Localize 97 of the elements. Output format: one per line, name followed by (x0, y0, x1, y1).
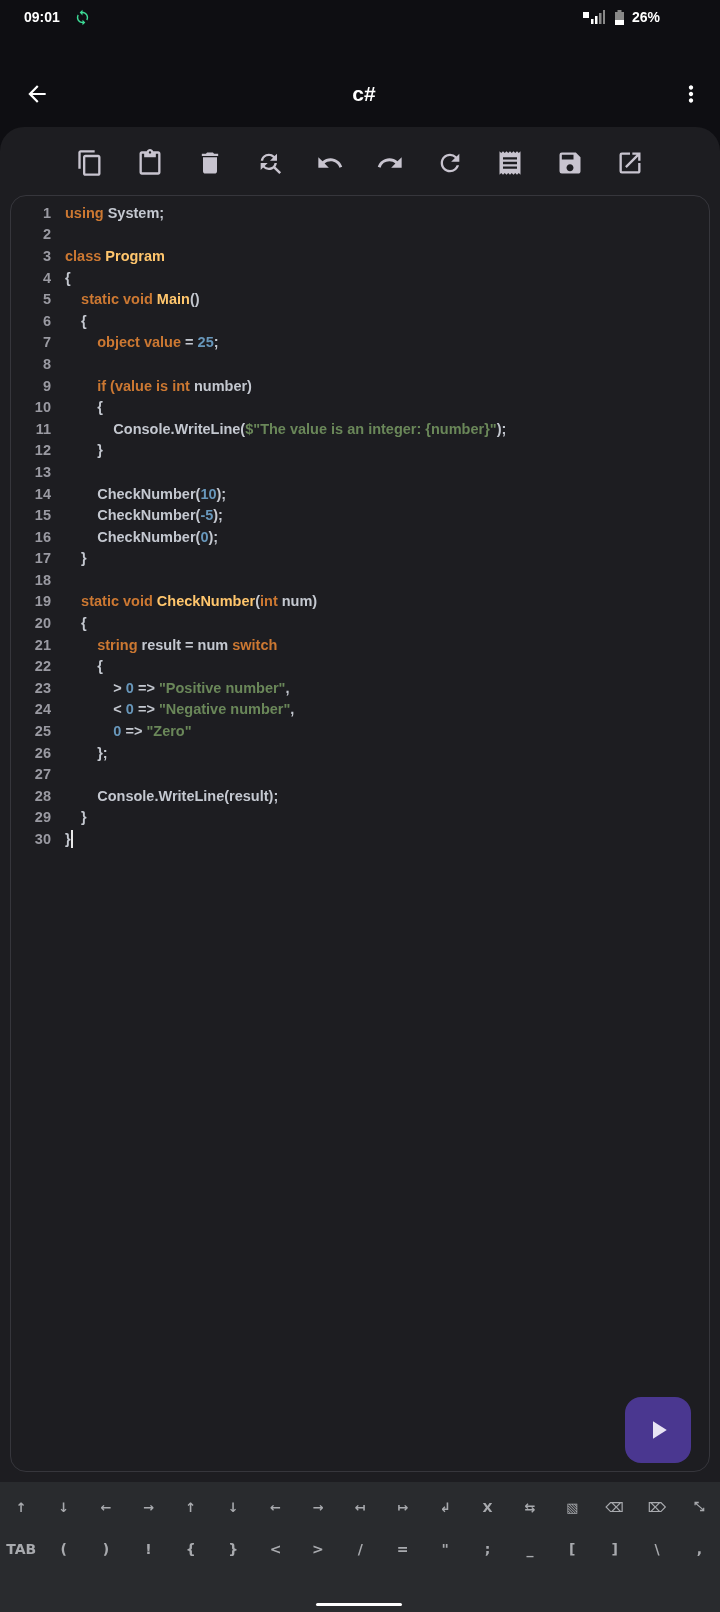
symbol-key[interactable]: > (296, 1528, 340, 1570)
symbol-key[interactable]: _ (508, 1528, 552, 1570)
code-line: string result = num switch (96, 636, 278, 653)
line-number: 25 (33, 723, 52, 740)
code-line: if (value is int number) (96, 377, 252, 394)
line-number: 3 (41, 248, 52, 264)
symbol-key[interactable]: ⤡ (678, 1486, 720, 1528)
line-number: 23 (33, 679, 52, 696)
symbol-key[interactable]: ↑ (0, 1486, 43, 1528)
symbol-key[interactable]: ← (84, 1486, 128, 1528)
line-number: 20 (33, 615, 52, 632)
screen-title: c# (351, 82, 377, 106)
symbol-key[interactable]: TAB (0, 1528, 43, 1570)
code-line: } (80, 809, 87, 826)
symbol-key[interactable]: ] (593, 1528, 636, 1570)
symbol-key[interactable]: ⇆ (508, 1486, 552, 1528)
code-line: Console.WriteLine($"The value is an integer: {number}"); (112, 420, 507, 437)
symbol-key[interactable]: ↤ (339, 1486, 382, 1528)
symbol-key[interactable]: ▧ (551, 1486, 594, 1528)
code-line: { (96, 658, 103, 675)
symbol-key[interactable]: ⌦ (635, 1486, 679, 1528)
symbol-key[interactable]: < (254, 1528, 297, 1570)
code-line: { (80, 312, 87, 329)
line-number: 29 (33, 809, 52, 826)
code-line: using System; (65, 204, 165, 221)
line-number: 11 (34, 420, 52, 437)
symbol-key[interactable]: ↓ (42, 1486, 85, 1528)
symbol-key[interactable]: ↓ (211, 1486, 255, 1528)
code-line: }; (96, 744, 108, 761)
symbol-key[interactable]: ↦ (381, 1486, 424, 1528)
code-line: CheckNumber(0); (96, 528, 219, 545)
symbol-key[interactable]: ⌫ (593, 1486, 636, 1528)
code-line: { (96, 399, 103, 416)
code-line: CheckNumber(-5); (96, 507, 223, 524)
line-number: 15 (33, 507, 52, 524)
code-line: { (65, 269, 71, 286)
code-line: 0 => "Zero" (112, 723, 192, 740)
code-line: } (80, 550, 87, 567)
line-number: 26 (33, 744, 52, 761)
symbol-key[interactable]: ) (84, 1528, 128, 1570)
symbol-key[interactable]: } (211, 1528, 255, 1570)
line-number: 22 (33, 658, 52, 675)
line-number: 19 (33, 593, 52, 610)
symbol-key[interactable]: ; (466, 1528, 509, 1570)
symbol-key[interactable]: X (466, 1486, 509, 1528)
run-button[interactable] (625, 1397, 691, 1463)
symbol-key[interactable]: ↲ (423, 1486, 467, 1528)
symbol-key[interactable]: [ (551, 1528, 594, 1570)
line-number: 10 (33, 399, 52, 416)
symbol-key[interactable]: \ (635, 1528, 679, 1570)
line-number: 18 (33, 571, 52, 588)
symbol-key[interactable]: " (423, 1528, 467, 1570)
line-number: 24 (33, 701, 52, 718)
code-line: } (65, 831, 71, 847)
text-cursor (70, 830, 73, 848)
symbol-key[interactable]: → (296, 1486, 340, 1528)
symbol-key[interactable]: ( (42, 1528, 85, 1570)
copy-icon[interactable] (76, 149, 104, 177)
symbol-key[interactable]: / (339, 1528, 382, 1570)
code-line: class Program (65, 248, 165, 264)
line-number: 14 (33, 485, 52, 502)
code-line: < 0 => "Negative number", (112, 701, 295, 718)
symbol-key[interactable]: , (678, 1528, 720, 1570)
code-line: static void CheckNumber(int num) (80, 593, 318, 610)
line-number: 21 (33, 636, 52, 653)
symbol-key[interactable]: ← (254, 1486, 297, 1528)
line-number: 13 (33, 463, 52, 480)
line-number: 9 (41, 377, 52, 394)
code-line: } (96, 442, 103, 459)
symbol-key[interactable]: → (127, 1486, 170, 1528)
signal-icon (582, 10, 605, 24)
line-number: 17 (33, 550, 52, 567)
code-line: { (80, 615, 87, 632)
line-number: 27 (33, 766, 52, 783)
line-number: 2 (41, 226, 52, 243)
symbol-key[interactable]: { (169, 1528, 212, 1570)
line-number: 30 (33, 831, 52, 847)
status-time: 09:01 (24, 9, 60, 25)
symbol-key[interactable]: ! (127, 1528, 170, 1570)
code-line: object value = 25; (96, 334, 219, 351)
line-number: 12 (33, 442, 52, 459)
code-line: Console.WriteLine(result); (96, 787, 279, 804)
line-number: 28 (33, 787, 52, 804)
line-number: 16 (33, 528, 52, 545)
line-number: 4 (41, 269, 52, 286)
symbol-key[interactable]: = (381, 1528, 424, 1570)
line-number: 8 (41, 355, 52, 372)
code-line: static void Main() (80, 291, 200, 308)
battery-percent: 26% (631, 9, 660, 25)
line-number: 5 (41, 291, 52, 308)
battery-icon (614, 9, 624, 25)
code-line: CheckNumber(10); (96, 485, 227, 502)
code-line: > 0 => "Positive number", (112, 679, 290, 696)
line-number: 1 (41, 204, 52, 221)
line-number: 6 (41, 312, 52, 329)
line-number: 7 (41, 334, 52, 351)
symbol-key[interactable]: ↑ (169, 1486, 212, 1528)
